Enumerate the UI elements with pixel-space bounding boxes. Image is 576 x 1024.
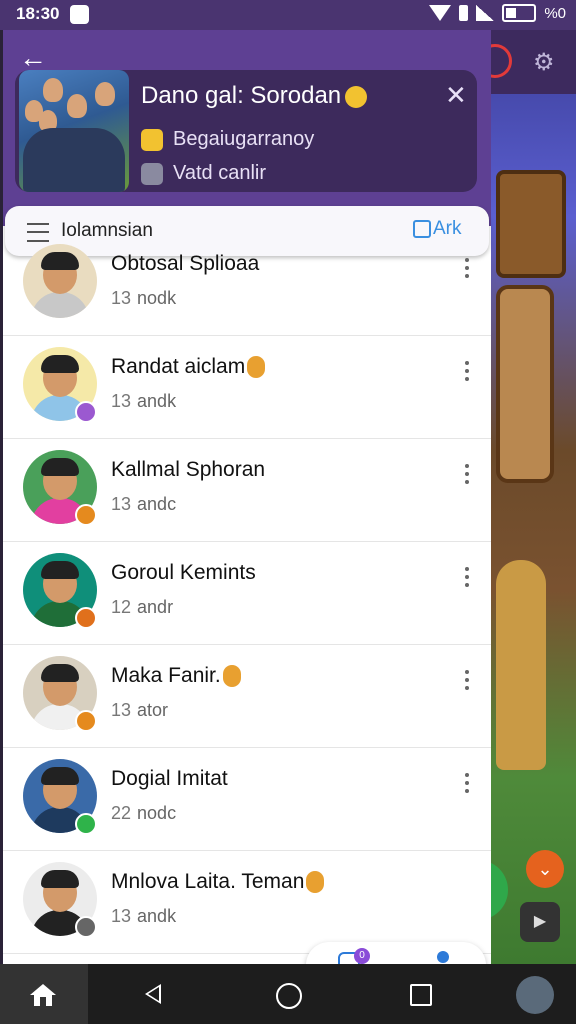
group-detail: Vatd canlir [141,162,266,185]
battery-text: %0 [544,4,566,22]
member-meta: 22 nodc [111,803,177,823]
wifi-icon [429,5,452,21]
back-arrow-icon[interactable]: ← [19,44,47,72]
emoji-icon [247,356,266,379]
background-chevron-down-icon: ⌄ [526,850,564,888]
status-badge [75,710,97,732]
background-character [496,560,546,770]
bell-icon [141,128,163,151]
member-row[interactable]: Goroul Kemints 12 andr [3,541,491,645]
member-row[interactable]: Randat aiclam 13 andk [3,335,491,439]
group-subtitle: Begaiugarranoy [141,128,314,151]
more-vert-icon[interactable] [465,361,469,385]
chat-badge: 0 [354,948,370,964]
background-wood-panel [496,170,566,278]
more-vert-icon[interactable] [465,464,469,488]
background-play-icon: ▶ [520,902,560,942]
background-wood-sign [496,285,554,483]
member-row[interactable]: Maka Fanir. 13 ator [3,644,491,748]
member-meta: 13 nodk [111,288,177,308]
member-name: Mnlova Laita. Teman [111,870,325,894]
home-icon [30,984,56,1006]
avatar [23,244,97,318]
group-members-panel: ← Dano gal: Sorodan ✕ Begaiugarranoy Vat… [3,30,491,988]
nav-recents-icon[interactable] [410,984,432,1006]
member-name: Randat aiclam [111,355,266,379]
member-name: Obtosal Splioaa [111,252,260,275]
emoji-icon [222,665,241,688]
battery-saver-icon [459,5,469,21]
member-name: Maka Fanir. [111,664,241,688]
repost-count: 22 [111,803,132,823]
system-nav-bar [0,964,576,1024]
more-vert-icon[interactable] [465,567,469,591]
more-vert-icon[interactable] [465,773,469,797]
group-name: Dano gal: Sorodan [141,82,368,110]
close-icon[interactable]: ✕ [445,80,467,111]
image-icon [141,162,163,185]
member-row[interactable]: Mnlova Laita. Teman 13 andk [3,850,491,954]
status-icons: %0 [429,4,566,22]
nav-back-icon[interactable] [145,984,161,1004]
status-badge [75,504,97,526]
status-badge [75,401,97,423]
repost-count: 13 [111,494,132,514]
repost-count: 13 [111,700,132,720]
member-name: Goroul Kemints [111,561,256,584]
status-bar: 18:30 %0 [0,0,576,30]
status-badge [75,916,97,938]
group-photo [19,70,129,192]
more-vert-icon[interactable] [465,258,469,282]
status-badge [75,607,97,629]
signal-icon [476,5,495,21]
member-row[interactable]: Kallmal Sphoran 13 andc [3,438,491,542]
member-name: Dogial Imitat [111,767,228,790]
member-row[interactable]: Dogial Imitat 22 nodc [3,747,491,851]
repost-count: 13 [111,906,132,926]
member-name: Kallmal Sphoran [111,458,266,481]
member-meta: 13 andc [111,494,177,514]
nav-home-icon[interactable] [276,983,302,1009]
emoji-icon [306,871,325,894]
more-vert-icon[interactable] [465,670,469,694]
repost-count: 13 [111,288,132,308]
background-gear-icon: ⚙ [533,49,555,76]
member-meta: 13 andk [111,391,177,411]
battery-icon [502,4,537,22]
app-notification-icon [70,5,89,24]
member-meta: 13 ator [111,700,169,720]
group-info-card: Dano gal: Sorodan ✕ Begaiugarranoy Vatd … [15,70,477,192]
app-home-tab[interactable] [0,964,88,1024]
member-meta: 12 andr [111,597,174,617]
repost-count: 13 [111,391,132,411]
profile-avatar[interactable] [516,976,554,1014]
member-row[interactable]: Obtosal Splioaa 13 nodk [3,232,491,336]
status-time: 18:30 [16,4,60,23]
repost-count: 12 [111,597,132,617]
panel-header: ← Dano gal: Sorodan ✕ Begaiugarranoy Vat… [3,30,491,226]
emoji-icon [345,85,368,108]
status-badge [75,813,97,835]
member-meta: 13 andk [111,906,177,926]
